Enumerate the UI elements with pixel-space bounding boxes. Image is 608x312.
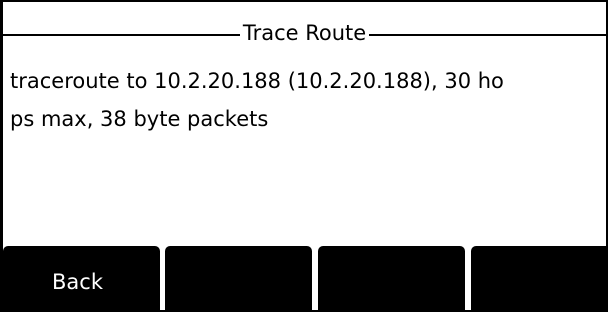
softkey-2[interactable] (165, 246, 312, 310)
softkey-4[interactable] (471, 246, 606, 310)
softkey-3[interactable] (318, 246, 465, 310)
page-title: Trace Route (242, 21, 367, 45)
phone-screen: Trace Route traceroute to 10.2.20.188 (1… (0, 0, 608, 312)
title-rule-right (369, 34, 606, 36)
title-bar: Trace Route (3, 18, 606, 48)
title-rule-left (3, 34, 240, 36)
back-softkey[interactable]: Back (3, 246, 160, 310)
output-line-1: traceroute to 10.2.20.188 (10.2.20.188),… (10, 69, 504, 93)
back-softkey-label: Back (52, 270, 103, 294)
softkey-bar: Back (3, 246, 606, 310)
traceroute-output: traceroute to 10.2.20.188 (10.2.20.188),… (10, 62, 602, 138)
output-line-2: ps max, 38 byte packets (10, 107, 269, 131)
